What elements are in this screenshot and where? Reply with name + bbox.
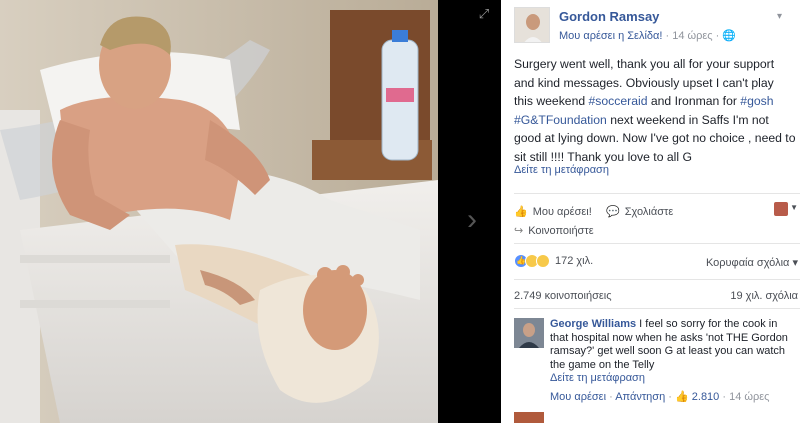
comment-reply-link[interactable]: Απάντηση xyxy=(615,391,665,403)
divider xyxy=(514,279,800,280)
expand-icon[interactable]: ⤢ xyxy=(476,6,492,22)
comment-like-link[interactable]: Μου αρέσει xyxy=(550,391,606,403)
divider xyxy=(514,308,800,309)
hashtag-link[interactable]: #gosh xyxy=(740,94,773,108)
like-button[interactable]: 👍 Μου αρέσει! xyxy=(514,205,592,219)
see-translation-link[interactable]: Δείτε τη μετάφραση xyxy=(550,372,645,384)
comment-author[interactable]: George Williams xyxy=(550,318,636,330)
avatar[interactable] xyxy=(514,318,544,348)
chevron-right-icon[interactable]: › xyxy=(458,200,486,240)
avatar[interactable] xyxy=(514,412,544,423)
like-page-link[interactable]: Μου αρέσει η Σελίδα! xyxy=(559,30,662,42)
comment-icon: 💬 xyxy=(606,206,620,218)
wow-reaction-icon xyxy=(536,254,550,268)
avatar[interactable] xyxy=(774,202,788,216)
hashtag-link[interactable]: #G&TFoundation xyxy=(514,113,607,127)
thumbs-up-icon: 👍 xyxy=(675,391,689,403)
chevron-down-icon[interactable]: ▾ xyxy=(777,11,782,22)
post-time[interactable]: 14 ώρες xyxy=(672,30,712,42)
post-header: Gordon Ramsay Μου αρέσει η Σελίδα! · 14 … xyxy=(514,7,800,47)
reactions-count: 172 χιλ. xyxy=(555,255,594,267)
top-comments-label: Κορυφαία σχόλια xyxy=(705,257,790,269)
comments-count[interactable]: 19 χιλ. σχόλια xyxy=(730,290,798,302)
shares-count[interactable]: 2.749 κοινοποιήσεις xyxy=(514,290,612,302)
divider xyxy=(514,243,800,244)
divider xyxy=(514,193,800,194)
comment-button[interactable]: 💬 Σχολιάστε xyxy=(606,205,674,219)
post-text: Surgery went well, thank you all for you… xyxy=(514,55,796,166)
comment-actions: Μου αρέσει · Απάντηση · 👍 2.810 · 14 ώρε… xyxy=(550,390,769,403)
share-button[interactable]: ↪ Κοινοποιήστε xyxy=(514,224,594,238)
like-label: Μου αρέσει! xyxy=(532,205,592,218)
photo-viewer: ⤢ › xyxy=(0,0,501,423)
post-text-segment: and Ironman for xyxy=(647,94,741,108)
chevron-down-icon[interactable]: ▼ xyxy=(790,203,798,212)
comment-likes-count[interactable]: 2.810 xyxy=(692,391,720,403)
post-author[interactable]: Gordon Ramsay xyxy=(559,9,659,24)
thumbs-up-icon: 👍 xyxy=(514,206,528,218)
share-icon: ↪ xyxy=(514,225,524,237)
post-photo[interactable] xyxy=(0,0,438,423)
post-meta: Μου αρέσει η Σελίδα! · 14 ώρες · 🌐 xyxy=(559,29,736,42)
see-translation-link[interactable]: Δείτε τη μετάφραση xyxy=(514,164,609,176)
share-label: Κοινοποιήστε xyxy=(528,224,594,237)
comment-body: George Williams I feel so sorry for the … xyxy=(550,318,798,386)
avatar[interactable] xyxy=(514,7,550,43)
chevron-down-icon: ▾ xyxy=(792,257,798,269)
meta-separator: · xyxy=(668,391,675,403)
comment-time[interactable]: 14 ώρες xyxy=(729,391,769,403)
comment-label: Σχολιάστε xyxy=(624,205,674,218)
hashtag-link[interactable]: #socceraid xyxy=(589,94,648,108)
globe-icon: 🌐 xyxy=(722,30,737,42)
reactions-summary[interactable]: 👍 172 χιλ. xyxy=(514,254,593,268)
post-panel: Gordon Ramsay Μου αρέσει η Σελίδα! · 14 … xyxy=(501,0,800,423)
top-comments-dropdown[interactable]: Κορυφαία σχόλια ▾ xyxy=(706,256,798,269)
